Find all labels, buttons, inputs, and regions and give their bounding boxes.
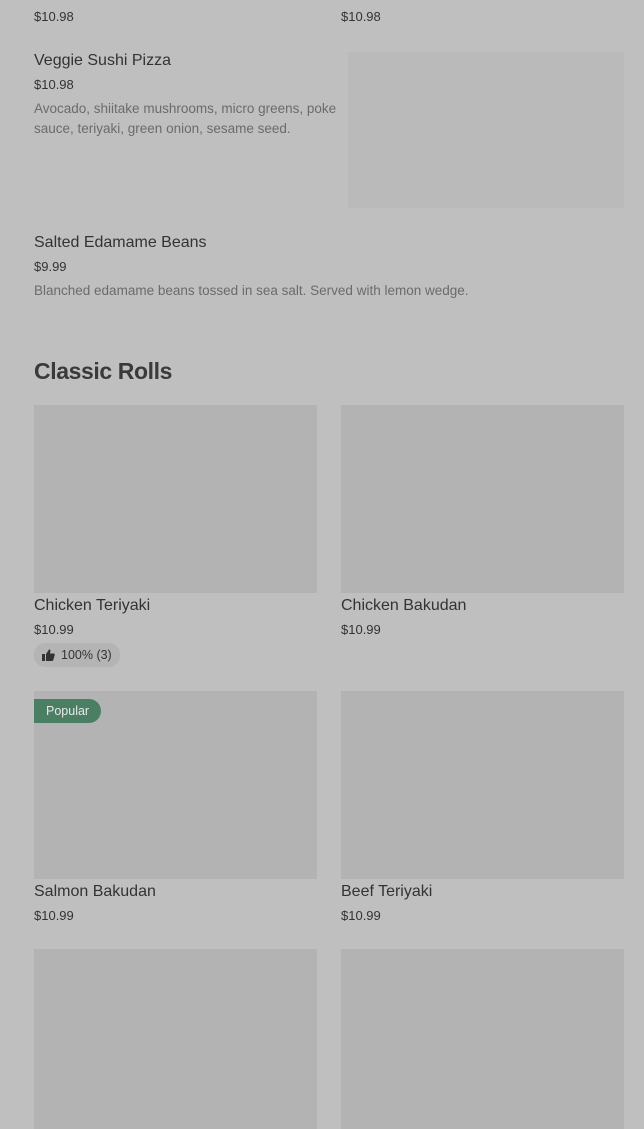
item-name: Veggie Sushi Pizza [34,52,171,69]
item-price: $9.99 [34,259,67,274]
top-item-left[interactable]: $10.98 [34,0,314,32]
item-image [34,949,317,1129]
item-description: Blanched edamame beans tossed in sea sal… [34,283,469,298]
item-price: $10.98 [34,9,74,24]
section-title: Classic Rolls [34,358,172,384]
menu-card-salmon-bakudan[interactable]: Popular Salmon Bakudan $10.99 [34,691,317,931]
item-name: Salted Edamame Beans [34,234,207,251]
menu-item-veggie-sushi-pizza[interactable]: Veggie Sushi Pizza $10.98 Avocado, shiit… [34,50,624,210]
item-image [341,405,624,593]
item-price: $10.99 [34,622,74,637]
item-name: Salmon Bakudan [34,883,156,900]
item-price: $10.99 [341,622,381,637]
menu-card-beef-teriyaki[interactable]: Beef Teriyaki $10.99 [341,691,624,931]
item-price: $10.99 [341,908,381,923]
menu-card-chicken-teriyaki[interactable]: Chicken Teriyaki $10.99 100% (3) [34,405,317,670]
rating-text: 100% (3) [61,648,112,662]
popular-badge: Popular [34,699,102,723]
item-price: $10.99 [34,908,74,923]
menu-card-partial-left[interactable] [34,949,317,1129]
item-image [341,691,624,879]
thumbs-up-icon [42,649,55,661]
menu-card-partial-right[interactable] [341,949,624,1129]
menu-item-salted-edamame-beans[interactable]: Salted Edamame Beans $9.99 Blanched edam… [34,232,624,304]
menu-card-chicken-bakudan[interactable]: Chicken Bakudan $10.99 [341,405,624,645]
item-image [348,52,624,208]
item-price: $10.98 [34,77,74,92]
item-image [34,405,317,593]
item-name: Beef Teriyaki [341,883,433,900]
item-name: Chicken Bakudan [341,597,467,614]
item-image [341,949,624,1129]
top-item-right[interactable]: $10.98 [341,0,621,32]
rating-chip: 100% (3) [34,643,120,667]
item-description: Avocado, shiitake mushrooms, micro green… [34,101,337,136]
item-name: Chicken Teriyaki [34,597,151,614]
item-price: $10.98 [341,9,381,24]
